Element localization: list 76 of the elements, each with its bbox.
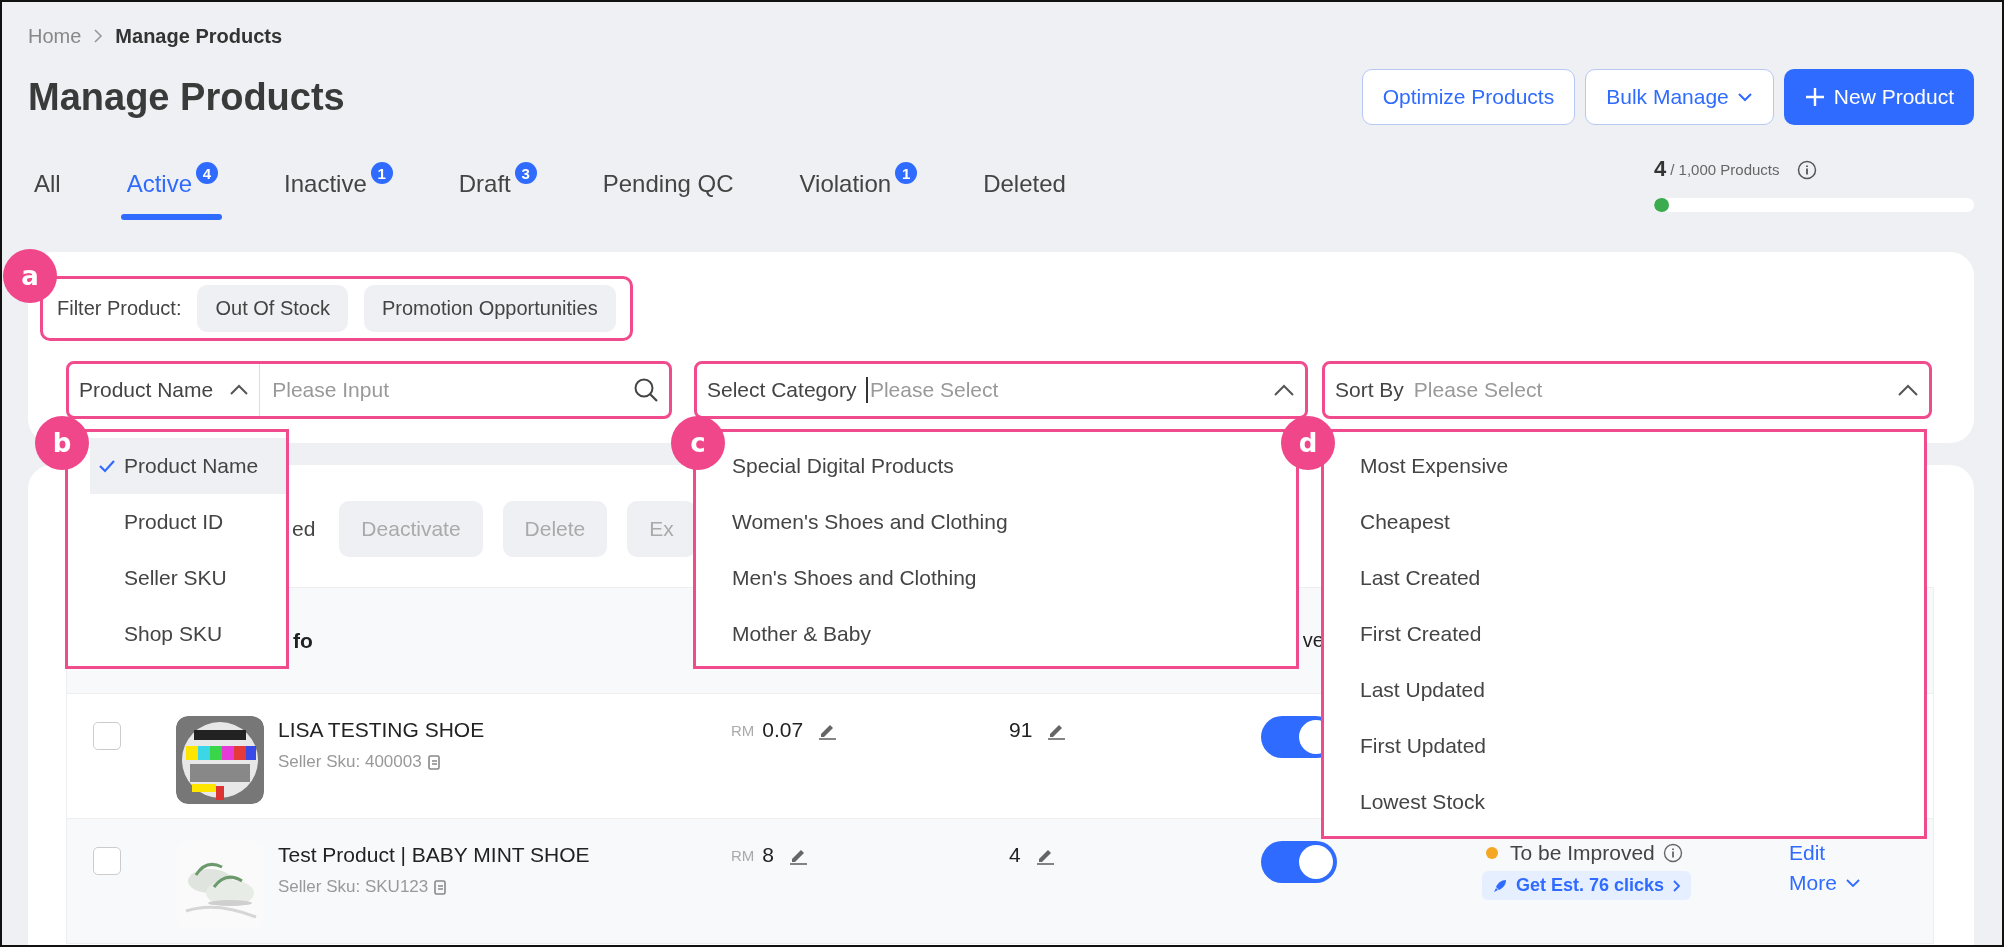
tab[interactable]: Pending QC: [602, 160, 734, 220]
promotion-link[interactable]: Get Est. 76 clicks: [1482, 871, 1692, 900]
chevron-right-icon: [93, 29, 104, 43]
price-value: 8: [762, 843, 774, 867]
menu-item[interactable]: Men's Shoes and Clothing: [726, 550, 983, 606]
copy-icon[interactable]: [427, 754, 442, 770]
tab[interactable]: Violation 1: [799, 160, 918, 220]
check-icon: [98, 459, 116, 473]
chevron-down-icon: [1736, 92, 1753, 102]
product-name[interactable]: LISA TESTING SHOE: [278, 718, 731, 742]
info-icon[interactable]: [1797, 158, 1818, 180]
tab[interactable]: Inactive 1: [284, 160, 393, 220]
sort-select[interactable]: Sort By Please Select: [1322, 361, 1932, 419]
menu-item[interactable]: Mother & Baby: [726, 606, 877, 662]
tab[interactable]: All: [34, 160, 61, 220]
currency: RM: [731, 721, 755, 739]
checkbox[interactable]: [93, 847, 121, 875]
menu-item[interactable]: Most Expensive: [1338, 438, 1515, 494]
checkbox[interactable]: [93, 722, 121, 750]
menu-item[interactable]: Seller SKU: [90, 550, 286, 606]
menu-item[interactable]: First Created: [1338, 606, 1488, 662]
search-icon[interactable]: [633, 377, 659, 403]
filter-chip[interactable]: Out Of Stock: [197, 285, 348, 332]
count-badge: 1: [895, 162, 918, 184]
category-select[interactable]: Select Category Please Select: [694, 361, 1308, 419]
plus-icon: [1803, 86, 1826, 108]
select-label: Select Category: [707, 378, 857, 402]
currency: RM: [731, 846, 755, 864]
menu-item[interactable]: Special Digital Products: [726, 438, 960, 494]
menu-item[interactable]: Lowest Stock: [1338, 774, 1491, 830]
menu-item[interactable]: First Updated: [1338, 718, 1493, 774]
optimize-button[interactable]: Optimize Products: [1361, 69, 1576, 125]
page-title: Manage Products: [28, 75, 345, 119]
stock-value: 91: [1009, 718, 1033, 742]
status-text: To be Improved: [1510, 841, 1655, 865]
menu-item[interactable]: Shop SKU: [90, 606, 286, 662]
action-link[interactable]: Edit: [1789, 841, 1826, 865]
tab[interactable]: Deleted: [983, 160, 1066, 220]
menu-item[interactable]: Women's Shoes and Clothing: [726, 494, 1014, 550]
select-placeholder: Please Select: [1413, 378, 1543, 402]
menu-item[interactable]: Last Updated: [1338, 662, 1491, 718]
tab[interactable]: Draft 3: [458, 160, 537, 220]
menu-item[interactable]: Last Created: [1338, 550, 1487, 606]
breadcrumb-link[interactable]: Manage Products: [115, 24, 283, 48]
callout-marker: a: [3, 249, 57, 303]
menu-item[interactable]: Cheapest: [1338, 494, 1456, 550]
filter-label: Filter Product:: [57, 297, 182, 320]
product-count: 4: [1654, 156, 1667, 182]
callout-marker: b: [35, 416, 89, 470]
chevron-down-icon: [1844, 878, 1861, 888]
seller-sku: Seller Sku: SKU123: [278, 877, 429, 897]
price-value: 0.07: [762, 718, 804, 742]
toggle-switch[interactable]: [1261, 841, 1337, 883]
callout-marker: d: [1281, 416, 1335, 470]
menu-item[interactable]: Product Name: [90, 438, 286, 494]
select-label: Sort By: [1335, 378, 1404, 402]
stock-value: 4: [1009, 843, 1021, 867]
bulk-manage-button[interactable]: Bulk Manage: [1585, 69, 1774, 125]
menu-item[interactable]: Product ID: [90, 494, 286, 550]
copy-icon[interactable]: [434, 879, 449, 895]
callout-marker: c: [671, 416, 725, 470]
select-placeholder: Please Select: [869, 378, 999, 402]
product-limit: / 1,000 Products: [1670, 160, 1780, 178]
count-badge: 4: [196, 162, 219, 184]
filter-chip[interactable]: Promotion Opportunities: [363, 285, 616, 332]
action-link[interactable]: More: [1789, 871, 1861, 895]
column-header: fo: [293, 628, 313, 653]
product-search-field[interactable]: Product Name Please Input: [66, 361, 672, 419]
new-product-button[interactable]: New Product: [1783, 69, 1974, 125]
info-icon[interactable]: [1662, 843, 1683, 863]
count-badge: 3: [514, 162, 537, 184]
selection-count: ed: [292, 517, 316, 541]
count-badge: 1: [370, 162, 393, 184]
product-name[interactable]: Test Product | BABY MINT SHOE: [278, 843, 731, 867]
seller-sku: Seller Sku: 400003: [278, 752, 422, 772]
chevron-right-icon: [1672, 878, 1682, 893]
